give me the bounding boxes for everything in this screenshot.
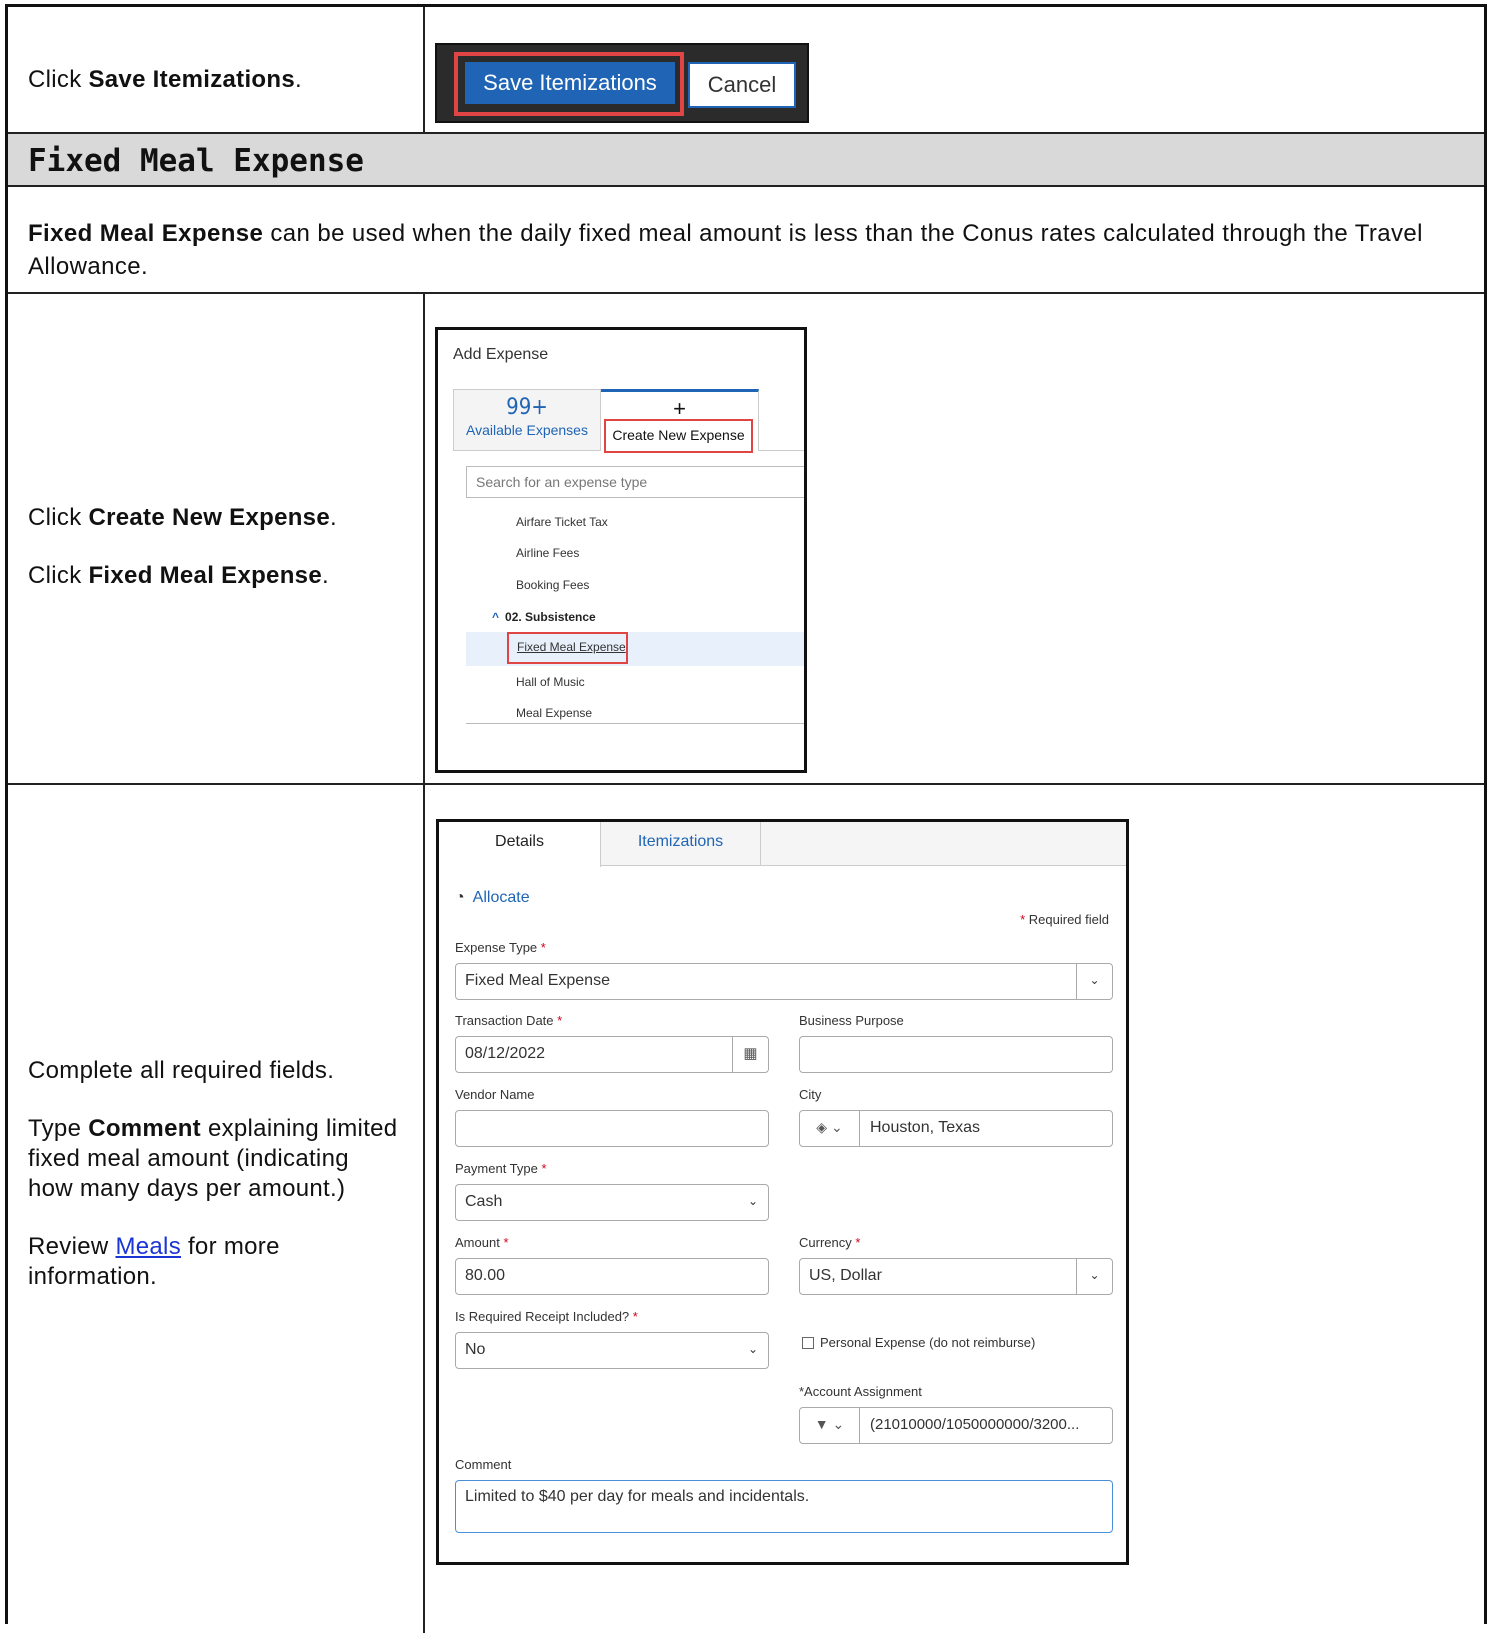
currency-value: US, Dollar	[809, 1267, 882, 1284]
transaction-date-input[interactable]: 08/12/2022 ▦	[455, 1036, 769, 1073]
instruction-text: Click	[28, 562, 89, 589]
list-item[interactable]: Hall of Music	[516, 675, 585, 689]
vendor-name-input[interactable]	[455, 1110, 769, 1147]
account-assignment-input[interactable]: ▼ ⌄ (21010000/1050000000/3200...	[799, 1407, 1113, 1444]
comment-textarea[interactable]: Limited to $40 per day for meals and inc…	[455, 1480, 1113, 1533]
account-assignment-value: (21010000/1050000000/3200...	[870, 1416, 1080, 1433]
personal-expense-label: Personal Expense (do not reimburse)	[820, 1335, 1036, 1350]
save-screenshot: Save Itemizations Cancel	[435, 43, 809, 123]
list-item[interactable]: Airfare Ticket Tax	[516, 515, 608, 529]
tab-create-new-expense[interactable]: + Create New Expense	[601, 389, 759, 453]
required-note-text: Required field	[1028, 912, 1109, 927]
instruction-bold: Save Itemizations	[88, 66, 295, 93]
section-title: Fixed Meal Expense	[28, 143, 364, 179]
cancel-button[interactable]: Cancel	[688, 62, 796, 108]
city-input[interactable]: ◈ ⌄ Houston, Texas	[799, 1110, 1113, 1147]
section-intro: Fixed Meal Expense can be used when the …	[28, 217, 1468, 283]
chevron-down-icon: ⌄	[1076, 964, 1112, 999]
divider	[8, 185, 1484, 187]
transaction-date-value: 08/12/2022	[465, 1045, 546, 1062]
instruction-text: .	[321, 562, 329, 589]
expense-details-screenshot: Details Itemizations ◔ Allocate * Require…	[436, 819, 1129, 1565]
chevron-down-icon: ⌄	[747, 1194, 758, 1208]
filter-icon[interactable]: ▼ ⌄	[800, 1408, 860, 1443]
available-count: 99+	[506, 395, 548, 420]
business-purpose-label: Business Purpose	[799, 1013, 904, 1028]
column-divider	[423, 292, 425, 785]
tab-itemizations[interactable]: Itemizations	[601, 822, 761, 866]
available-label: Available Expenses	[466, 422, 588, 438]
vendor-name-label: Vendor Name	[455, 1087, 535, 1102]
amount-label: Amount *	[455, 1235, 509, 1250]
instruction-text: .	[294, 66, 302, 93]
expense-type-value: Fixed Meal Expense	[465, 972, 610, 989]
chevron-up-icon: ^	[492, 610, 500, 624]
divider	[466, 723, 804, 724]
column-divider	[423, 7, 425, 132]
expense-type-label: Expense Type *	[455, 940, 546, 955]
account-assignment-label: *Account Assignment	[799, 1384, 922, 1399]
instruction-bold: Fixed Meal Expense	[88, 562, 322, 589]
instruction-text: Click	[28, 504, 89, 531]
divider	[759, 450, 804, 451]
checkbox-icon	[802, 1337, 814, 1349]
city-label: City	[799, 1087, 822, 1102]
instruction-text: Review	[28, 1233, 116, 1260]
payment-type-value: Cash	[465, 1193, 503, 1210]
expense-type-search-input[interactable]: Search for an expense type	[466, 466, 804, 498]
receipt-select[interactable]: No ⌄	[455, 1332, 769, 1369]
group-label: 02. Subsistence	[505, 610, 596, 624]
divider	[8, 783, 1484, 785]
fixed-meal-expense-link[interactable]: Fixed Meal Expense	[507, 632, 628, 664]
amount-input[interactable]: 80.00	[455, 1258, 769, 1295]
city-value: Houston, Texas	[870, 1119, 980, 1136]
required-note: * Required field	[1020, 912, 1109, 927]
allocate-link[interactable]: ◔ Allocate	[455, 889, 530, 907]
receipt-label: Is Required Receipt Included? *	[455, 1309, 638, 1324]
intro-bold: Fixed Meal Expense	[28, 220, 264, 247]
divider	[8, 292, 1484, 294]
column-divider	[423, 783, 425, 1633]
expense-type-select[interactable]: Fixed Meal Expense ⌄	[455, 963, 1113, 1000]
comment-label: Comment	[455, 1457, 512, 1472]
instruction-bold: Create New Expense	[88, 504, 330, 531]
list-item[interactable]: Booking Fees	[516, 578, 589, 592]
business-purpose-input[interactable]	[799, 1036, 1113, 1073]
complete-instruction: Complete all required fields. Type Comme…	[28, 1056, 398, 1320]
create-new-expense-label[interactable]: Create New Expense	[604, 419, 753, 453]
instruction-text: Click	[28, 66, 89, 93]
instruction-table: Click Save Itemizations. Save Itemizatio…	[5, 4, 1487, 1633]
payment-type-select[interactable]: Cash ⌄	[455, 1184, 769, 1221]
allocate-label: Allocate	[472, 889, 530, 906]
add-expense-title: Add Expense	[453, 346, 549, 363]
currency-label: Currency *	[799, 1235, 861, 1250]
chevron-down-icon: ⌄	[1076, 1259, 1112, 1294]
personal-expense-checkbox[interactable]: Personal Expense (do not reimburse)	[802, 1335, 1035, 1350]
save-itemizations-button[interactable]: Save Itemizations	[465, 62, 675, 104]
group-subsistence[interactable]: ^ 02. Subsistence	[492, 610, 596, 624]
add-expense-screenshot: Add Expense 99+ Available Expenses + Cre…	[435, 327, 807, 773]
instruction-bold: Comment	[88, 1115, 201, 1142]
instruction-text: Type	[28, 1115, 89, 1142]
calendar-icon[interactable]: ▦	[732, 1037, 768, 1072]
currency-select[interactable]: US, Dollar ⌄	[799, 1258, 1113, 1295]
globe-icon[interactable]: ◈ ⌄	[800, 1111, 860, 1146]
list-item[interactable]: Meal Expense	[516, 706, 592, 720]
chevron-down-icon: ⌄	[747, 1342, 758, 1356]
receipt-value: No	[465, 1341, 486, 1358]
payment-type-label: Payment Type *	[455, 1161, 547, 1176]
pie-chart-icon: ◔	[455, 889, 465, 906]
transaction-date-label: Transaction Date *	[455, 1013, 563, 1028]
tab-details[interactable]: Details	[439, 822, 601, 867]
section-header: Fixed Meal Expense	[8, 134, 1484, 187]
instruction-text: Complete all required fields.	[28, 1057, 335, 1084]
instruction-text: .	[329, 504, 337, 531]
list-item[interactable]: Airline Fees	[516, 546, 579, 560]
meals-link[interactable]: Meals	[115, 1233, 181, 1260]
tab-available-expenses[interactable]: 99+ Available Expenses	[453, 389, 601, 451]
create-instruction: Click Create New Expense. Click Fixed Me…	[28, 503, 337, 619]
save-instruction: Click Save Itemizations.	[28, 65, 302, 95]
